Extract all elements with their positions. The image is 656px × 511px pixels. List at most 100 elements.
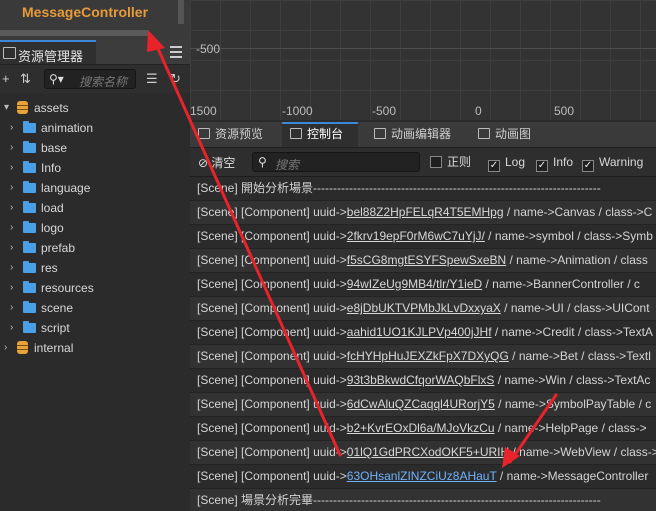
folder-icon (23, 281, 36, 293)
log-prefix: [Scene] [Component] uuid-> (197, 253, 347, 267)
log-row[interactable]: [Scene] 場景分析完畢--------------------------… (190, 489, 656, 511)
tab-label: 资源预览 (215, 127, 264, 141)
tree-item-label: scene (41, 301, 74, 315)
clear-label: 清空 (211, 156, 236, 170)
assets-tab-label: 资源管理器 (18, 49, 84, 64)
chevron-right-icon[interactable]: › (10, 158, 13, 178)
sort-icon[interactable]: ⇅ (20, 71, 31, 87)
scene-y-label: -500 (196, 42, 221, 56)
log-suffix: / name->SymbolPayTable / c (494, 397, 652, 411)
warning-checkbox[interactable]: ✓ Warning (582, 154, 644, 172)
chevron-right-icon[interactable]: › (10, 118, 13, 138)
tree-folder-item[interactable]: › Info (0, 158, 190, 178)
log-row[interactable]: [Scene] [Component] uuid->e8jDbUKTVPMbJk… (190, 297, 656, 321)
uuid-link[interactable]: 63OHsanlZINZCiUz8AHauT (347, 469, 497, 483)
tree-folder-item[interactable]: › load (0, 198, 190, 218)
tab-console[interactable]: 控制台 (282, 122, 358, 147)
chevron-right-icon[interactable]: › (10, 138, 13, 158)
uuid-link[interactable]: fcHYHpHuJEXZkFpX7DXyQG (347, 349, 509, 363)
scene-axis-line (190, 48, 656, 49)
uuid-link[interactable]: 01lQ1GdPRCXodOKF5+URIH (347, 445, 509, 459)
hamburger-menu-icon[interactable] (170, 46, 182, 61)
tree-root-item[interactable]: ▾ assets (0, 98, 190, 118)
tree-folder-item[interactable]: › prefab (0, 238, 190, 258)
tree-folder-item[interactable]: › logo (0, 218, 190, 238)
log-row[interactable]: [Scene] [Component] uuid->b2+KvrEOxDl6a/… (190, 417, 656, 441)
chevron-right-icon[interactable]: › (10, 218, 13, 238)
checkbox-label: Log (505, 155, 526, 169)
log-prefix: [Scene] [Component] uuid-> (197, 205, 347, 219)
uuid-link[interactable]: bel88Z2HpFELqR4T5EMHpg (347, 205, 504, 219)
chevron-down-icon[interactable]: ▾ (4, 98, 9, 118)
node-title[interactable]: MessageController (22, 4, 148, 20)
log-row[interactable]: [Scene] [Component] uuid->63OHsanlZINZCi… (190, 465, 656, 489)
uuid-link[interactable]: aahid1UO1KJLPVp400jJHf (347, 325, 492, 339)
tree-folder-item[interactable]: › res (0, 258, 190, 278)
tree-folder-item[interactable]: › base (0, 138, 190, 158)
refresh-icon[interactable]: ↻ (170, 71, 181, 87)
chevron-right-icon[interactable]: › (10, 258, 13, 278)
tree-folder-item[interactable]: › script (0, 318, 190, 338)
uuid-link[interactable]: e8jDbUKTVPMbJkLvDxxyaX (347, 301, 501, 315)
checkbox-box (430, 156, 442, 168)
regex-checkbox[interactable]: 正则 (430, 154, 471, 170)
chevron-right-icon[interactable]: › (10, 178, 13, 198)
log-row[interactable]: [Scene] [Component] uuid->6dCwAluQZCaqql… (190, 393, 656, 417)
log-row[interactable]: [Scene] [Component] uuid->fcHYHpHuJEXZkF… (190, 345, 656, 369)
log-row[interactable]: [Scene] [Component] uuid->01lQ1GdPRCXodO… (190, 441, 656, 465)
log-row[interactable]: [Scene] 開始分析場景--------------------------… (190, 177, 656, 201)
node-header-vertical-scrollbar[interactable] (178, 0, 184, 24)
tree-folder-item[interactable]: › resources (0, 278, 190, 298)
tab-asset-preview[interactable]: 资源预览 (190, 122, 278, 147)
chevron-right-icon[interactable]: › (10, 238, 13, 258)
log-checkbox[interactable]: ✓ Log (488, 154, 526, 172)
log-row[interactable]: [Scene] [Component] uuid->94wIZeUg9MB4/t… (190, 273, 656, 297)
chevron-right-icon[interactable]: › (10, 318, 13, 338)
tab-animation-graph[interactable]: 动画图 (470, 122, 550, 147)
log-row[interactable]: [Scene] [Component] uuid->aahid1UO1KJLPV… (190, 321, 656, 345)
scene-view[interactable]: -500 1500 -1000 -500 0 500 (190, 0, 656, 120)
console-search-input[interactable]: ⚲ 搜索 (252, 152, 420, 172)
uuid-link[interactable]: 6dCwAluQZCaqql4URorjY5 (347, 397, 495, 411)
tree-folder-item[interactable]: › animation (0, 118, 190, 138)
console-log-list[interactable]: [Scene] 開始分析場景--------------------------… (190, 177, 656, 511)
uuid-link[interactable]: b2+KvrEOxDl6a/MJoVkzCu (347, 421, 495, 435)
uuid-link[interactable]: 93t3bBkwdCfqorWAQbFlxS (347, 373, 495, 387)
log-row[interactable]: [Scene] [Component] uuid->f5sCG8mgtESYFS… (190, 249, 656, 273)
collapse-all-icon[interactable]: ☰ (146, 71, 158, 87)
tree-folder-item[interactable]: › scene (0, 298, 190, 318)
log-prefix: [Scene] 開始分析場景--------------------------… (197, 181, 601, 195)
log-row[interactable]: [Scene] [Component] uuid->93t3bBkwdCfqor… (190, 369, 656, 393)
chevron-right-icon[interactable]: › (10, 198, 13, 218)
log-suffix: / name->Win / class->TextAc (494, 373, 651, 387)
chevron-right-icon[interactable]: › (4, 338, 7, 358)
tab-animation-editor[interactable]: 动画编辑器 (366, 122, 466, 147)
log-prefix: [Scene] 場景分析完畢--------------------------… (197, 493, 601, 507)
tab-assets[interactable]: 资源管理器 (0, 40, 96, 64)
uuid-link[interactable]: 94wIZeUg9MB4/tlr/Y1ieD (347, 277, 482, 291)
info-checkbox[interactable]: ✓ Info (536, 154, 573, 172)
assets-search-input[interactable]: ⚲▾ 搜索名称 (44, 69, 136, 89)
clear-button[interactable]: ⊘ 清空 (198, 154, 235, 171)
tree-folder-item[interactable]: › language (0, 178, 190, 198)
log-suffix: / name->HelpPage / class-> (494, 421, 647, 435)
log-suffix: / name->Animation / class (506, 253, 648, 267)
log-suffix: / name->Bet / class->Textl (508, 349, 651, 363)
log-prefix: [Scene] [Component] uuid-> (197, 325, 347, 339)
log-prefix: [Scene] [Component] uuid-> (197, 373, 347, 387)
log-suffix: / name->symbol / class->Symb (484, 229, 653, 243)
add-icon[interactable]: + (2, 71, 10, 86)
chevron-right-icon[interactable]: › (10, 298, 13, 318)
tree-item-label: prefab (41, 241, 76, 255)
uuid-link[interactable]: 2fkrv19epF0rM6wC7uYjJ/ (347, 229, 485, 243)
uuid-link[interactable]: f5sCG8mgtESYFSpewSxeBN (347, 253, 506, 267)
tree-root-item[interactable]: › internal (0, 338, 190, 358)
log-row[interactable]: [Scene] [Component] uuid->2fkrv19epF0rM6… (190, 225, 656, 249)
tree-item-label: base (41, 141, 68, 155)
tree-item-label: Info (41, 161, 62, 175)
checkbox-label: Warning (599, 155, 644, 169)
log-row[interactable]: [Scene] [Component] uuid->bel88Z2HpFELqR… (190, 201, 656, 225)
folder-icon (23, 301, 36, 313)
chevron-right-icon[interactable]: › (10, 278, 13, 298)
node-header-scrollbar[interactable] (0, 30, 148, 36)
